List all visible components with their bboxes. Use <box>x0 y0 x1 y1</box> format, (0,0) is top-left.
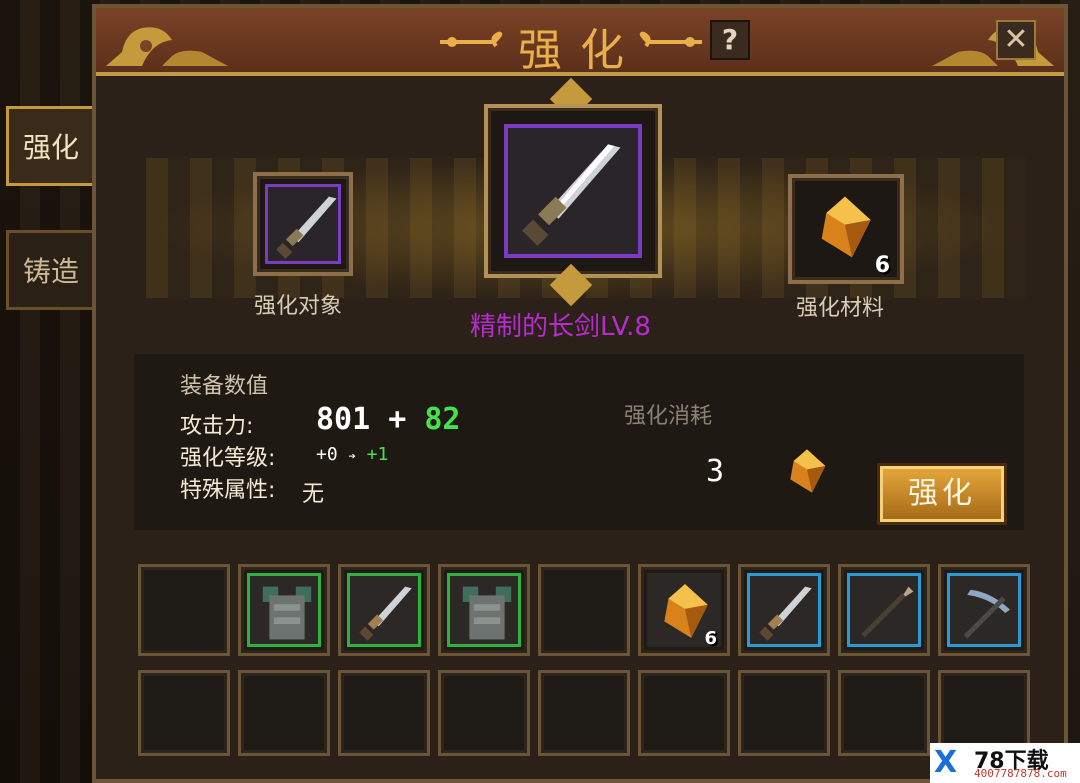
inventory-slot[interactable] <box>738 670 830 756</box>
target-item-frame <box>265 184 341 264</box>
enhance-button[interactable]: 强化 <box>880 466 1004 522</box>
inventory-slot[interactable] <box>438 670 530 756</box>
level-next: +1 <box>366 444 389 465</box>
pickaxe-icon <box>954 580 1020 650</box>
watermark-logo: X <box>934 745 958 780</box>
inventory-slot[interactable] <box>238 670 330 756</box>
inventory-slot[interactable] <box>138 564 230 656</box>
cost-title: 强化消耗 <box>624 404 713 429</box>
tab-forge-label: 铸造 <box>22 255 79 288</box>
inventory-slot[interactable] <box>738 564 830 656</box>
inventory-slot[interactable] <box>338 564 430 656</box>
special-label: 特殊属性: <box>180 478 276 503</box>
panel-header: 强化 ? ✕ <box>96 8 1064 76</box>
chestplate-icon <box>454 580 520 650</box>
inventory-slot[interactable] <box>838 670 930 756</box>
inventory-item-frame <box>247 573 321 647</box>
cost-amount: 3 <box>706 454 725 489</box>
stats-panel: 装备数值 攻击力: 801 + 82 强化等级: +0 ➔ +1 特殊属性: 无… <box>134 354 1024 530</box>
tab-forge[interactable]: 铸造 <box>6 230 96 310</box>
inventory-slot[interactable] <box>938 564 1030 656</box>
item-name: 精制的长剑LV.8 <box>470 312 651 342</box>
inventory-slot[interactable] <box>438 564 530 656</box>
amber-crystal-icon <box>821 196 871 258</box>
tab-enhance-label: 强化 <box>22 131 79 164</box>
inventory-item-frame <box>947 573 1021 647</box>
main-item-frame <box>504 124 642 258</box>
special-value: 无 <box>302 482 325 507</box>
material-count: 6 <box>874 253 890 278</box>
material-label: 强化材料 <box>796 296 885 321</box>
inventory-item-frame <box>447 573 521 647</box>
inventory-item-frame <box>347 573 421 647</box>
inventory-slot[interactable] <box>538 564 630 656</box>
inventory-item-frame <box>847 573 921 647</box>
inventory-count: 6 <box>704 628 717 649</box>
attack-bonus: 82 <box>424 402 461 437</box>
inventory-slot[interactable] <box>638 670 730 756</box>
inventory-item-frame <box>747 573 821 647</box>
watermark: X 78下载 4007787878.com <box>930 743 1080 783</box>
target-item-slot[interactable] <box>253 172 353 276</box>
sword-icon <box>522 144 621 246</box>
attack-label: 攻击力: <box>180 414 254 439</box>
inventory-slot[interactable] <box>238 564 330 656</box>
inventory-slot[interactable] <box>538 670 630 756</box>
watermark-subtitle: 4007787878.com <box>974 767 1067 780</box>
inventory-slot[interactable]: 6 <box>638 564 730 656</box>
inventory-slot[interactable] <box>138 670 230 756</box>
close-button[interactable]: ✕ <box>996 20 1036 60</box>
sword-icon <box>354 580 420 650</box>
inventory-slot[interactable] <box>838 564 930 656</box>
stats-title: 装备数值 <box>180 374 269 399</box>
spear-icon <box>854 580 920 650</box>
main-item-slot[interactable] <box>484 104 662 278</box>
inventory-slot[interactable] <box>338 670 430 756</box>
amber-crystal-icon <box>790 449 826 493</box>
target-label: 强化对象 <box>254 294 343 319</box>
tab-enhance[interactable]: 强化 <box>6 106 96 186</box>
level-arrow: ➔ <box>348 449 356 463</box>
enhance-panel: 强化 ? ✕ 强化对象 精制的长剑LV.8 6 强化材料 装备数值 攻击力: 8… <box>92 4 1068 783</box>
level-current: +0 <box>316 444 338 465</box>
swirl-ornament-icon <box>639 31 702 48</box>
panel-title: 强化 <box>518 25 642 76</box>
material-slot[interactable]: 6 <box>788 174 904 284</box>
sword-icon <box>754 580 820 650</box>
attack-base: 801 <box>316 402 371 437</box>
attack-plus: + <box>388 402 407 437</box>
level-label: 强化等级: <box>180 446 276 471</box>
help-button[interactable]: ? <box>710 20 750 60</box>
sword-icon <box>276 196 337 259</box>
chestplate-icon <box>254 580 320 650</box>
